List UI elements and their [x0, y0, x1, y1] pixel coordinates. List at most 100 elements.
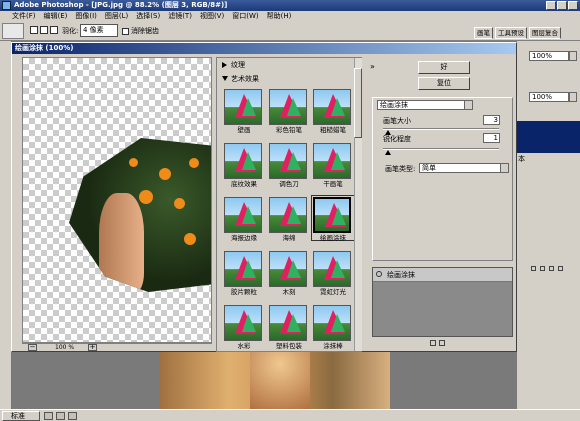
filter-select-value: 绘画涂抹: [380, 101, 408, 109]
collapse-gallery-icon[interactable]: »: [370, 62, 375, 71]
menu-select[interactable]: 选择(S): [136, 11, 160, 21]
menu-view[interactable]: 视图(V): [200, 11, 224, 21]
antialias-checkbox[interactable]: 消除锯齿: [122, 26, 159, 36]
filter-thumb-palette-knife[interactable]: 调色刀: [269, 143, 309, 188]
zoom-bar: − 100 % +: [22, 343, 212, 351]
preview-image: [69, 138, 211, 292]
quickmask-icon[interactable]: [44, 412, 53, 420]
eye-icon[interactable]: [376, 271, 382, 277]
dialog-title: 绘画涂抹 (100%): [12, 43, 516, 54]
subtract-selection-icon[interactable]: [50, 26, 58, 34]
menu-window[interactable]: 窗口(W): [232, 11, 258, 21]
folder-texture[interactable]: 纹理: [219, 60, 353, 70]
checkbox-icon: [122, 27, 129, 35]
layers-panel: 100% 100% 本: [517, 41, 580, 409]
lasso-tool-icon[interactable]: [2, 23, 24, 39]
filter-thumb-smudge-stick[interactable]: 涂抹棒: [313, 305, 353, 350]
brush-size-slider[interactable]: [383, 128, 499, 135]
filter-thumb-colored-pencil[interactable]: 彩色铅笔: [269, 89, 309, 134]
brush-type-label: 画笔类型:: [385, 165, 416, 173]
filter-thumb-neon-glow[interactable]: 霓虹灯光: [313, 251, 353, 296]
standard-mode-button[interactable]: 标准: [2, 411, 40, 421]
maximize-button[interactable]: [557, 1, 567, 10]
feather-input[interactable]: 4 像素: [80, 24, 118, 37]
filter-thumb-cutout[interactable]: 木刻: [269, 251, 309, 296]
effect-layer-row[interactable]: 绘画涂抹: [373, 268, 512, 282]
brush-size-label: 画笔大小: [383, 117, 411, 125]
filter-thumb-rough-pastels[interactable]: 粗糙蜡笔: [313, 89, 353, 134]
fill-arrow-icon[interactable]: [569, 92, 577, 102]
app-titlebar: Adobe Photoshop - [JPG.jpg @ 88.2% (图层 3…: [0, 0, 580, 11]
filter-thumb-watercolor[interactable]: 水彩: [224, 305, 264, 350]
add-selection-icon[interactable]: [40, 26, 48, 34]
filter-select[interactable]: 绘画涂抹: [377, 100, 473, 110]
delete-effect-layer-icon[interactable]: [439, 340, 445, 346]
filter-thumb-paint-daubs[interactable]: 绘画涂抹: [311, 195, 355, 242]
fullscreen-icon[interactable]: [68, 412, 77, 420]
collapse-icon: [222, 76, 228, 81]
tab-tool-presets[interactable]: 工具预设: [495, 27, 527, 39]
brush-type-select[interactable]: 简单: [419, 163, 509, 173]
folder-artistic[interactable]: 艺术效果: [219, 74, 353, 84]
menu-help[interactable]: 帮助(H): [267, 11, 292, 21]
screen-mode-icon[interactable]: [56, 412, 65, 420]
brush-type-value: 简单: [422, 164, 436, 172]
zoom-value[interactable]: 100 %: [55, 344, 74, 351]
menu-file[interactable]: 文件(F): [12, 11, 36, 21]
menu-filter[interactable]: 滤镜(T): [168, 11, 192, 21]
tab-brushes[interactable]: 画笔: [474, 27, 493, 39]
tab-layer-comps[interactable]: 图层复合: [529, 27, 561, 39]
filter-thumb-sponge[interactable]: 海绵: [269, 197, 309, 242]
chevron-down-icon: [464, 101, 472, 109]
brush-size-input[interactable]: 3: [483, 115, 500, 125]
filter-thumb-poster-edges[interactable]: 海报边缘: [224, 197, 264, 242]
reset-button[interactable]: 复位: [418, 77, 470, 90]
antialias-label: 消除锯齿: [131, 27, 159, 35]
document-canvas[interactable]: [160, 345, 390, 409]
filter-thumb-plastic-wrap[interactable]: 塑料包装: [269, 305, 309, 350]
layer-label: 本: [518, 155, 525, 163]
gallery-scroll-thumb[interactable]: [354, 68, 362, 138]
filter-settings: 绘画涂抹 画笔大小 3 锐化程度 1 画笔类型: 简单: [372, 97, 513, 261]
menu-image[interactable]: 图像(I): [75, 11, 97, 21]
window-controls: [546, 1, 578, 10]
filter-thumb-film-grain[interactable]: 胶片颗粒: [224, 251, 264, 296]
filter-thumb-dry-brush[interactable]: 干画笔: [313, 143, 353, 188]
menu-layer[interactable]: 图层(L): [105, 11, 128, 21]
zoom-out-button[interactable]: −: [28, 344, 37, 351]
zoom-in-button[interactable]: +: [88, 344, 97, 351]
link-icon[interactable]: [531, 266, 536, 271]
menu-edit[interactable]: 编辑(E): [44, 11, 68, 21]
trash-icon[interactable]: [558, 266, 563, 271]
menu-bar: 文件(F) 编辑(E) 图像(I) 图层(L) 选择(S) 滤镜(T) 视图(V…: [0, 11, 580, 21]
new-effect-layer-icon[interactable]: [430, 340, 436, 346]
fx-icon[interactable]: [540, 266, 545, 271]
slider-knob-icon[interactable]: [385, 150, 391, 155]
app-title: Adobe Photoshop - [JPG.jpg @ 88.2% (图层 3…: [14, 1, 228, 9]
new-selection-icon[interactable]: [30, 26, 38, 34]
ok-button[interactable]: 好: [418, 61, 470, 74]
filter-thumb-fresco[interactable]: 壁画: [224, 89, 264, 134]
effect-layer-name: 绘画涂抹: [387, 271, 415, 279]
preview-canvas[interactable]: [22, 57, 212, 343]
close-button[interactable]: [568, 1, 578, 10]
opacity-field[interactable]: 100%: [529, 51, 569, 61]
feather-label: 羽化:: [62, 27, 79, 35]
layer-buttons: [517, 266, 580, 274]
selected-layer-row[interactable]: [517, 121, 580, 153]
filter-gallery: 纹理 艺术效果 壁画 彩色铅笔 粗糙蜡笔 底纹效果 调色刀 干画笔 海报边缘 海…: [216, 57, 362, 352]
status-bar: 标准: [0, 409, 580, 421]
fill-field[interactable]: 100%: [529, 92, 569, 102]
expand-icon: [222, 62, 227, 68]
mask-icon[interactable]: [549, 266, 554, 271]
sharpness-input[interactable]: 1: [483, 133, 500, 143]
figure-image: [250, 345, 310, 409]
sharpness-slider[interactable]: [383, 148, 499, 155]
filter-thumb-underpainting[interactable]: 底纹效果: [224, 143, 264, 188]
effect-layers-list: 绘画涂抹: [372, 267, 513, 337]
chevron-down-icon: [500, 164, 508, 172]
photoshop-logo-icon: [2, 1, 11, 10]
effect-layer-buttons: [430, 340, 445, 346]
minimize-button[interactable]: [546, 1, 556, 10]
opacity-arrow-icon[interactable]: [569, 51, 577, 61]
